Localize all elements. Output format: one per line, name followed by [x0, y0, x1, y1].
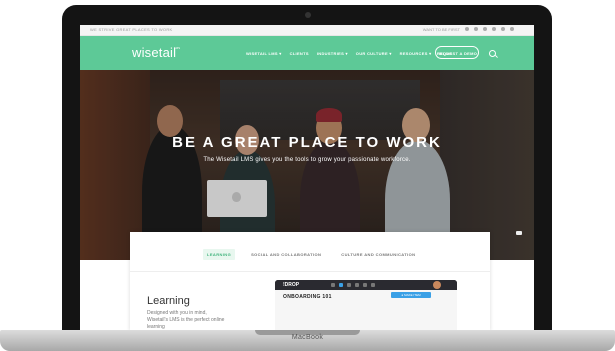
mockup-toolbar: !DROP [275, 280, 457, 290]
nav-item-industries[interactable]: INDUSTRIES ▾ [317, 51, 348, 56]
nav-item-clients[interactable]: CLIENTS [290, 51, 309, 56]
mockup-tab-icon [347, 283, 351, 287]
mockup-toolbar-icons [331, 283, 375, 287]
mockup-tab-icon [363, 283, 367, 287]
feature-card: LEARNING SOCIAL AND COLLABORATION CULTUR… [130, 232, 490, 331]
nav-item-our-culture[interactable]: OUR CULTURE ▾ [356, 51, 392, 56]
mockup-logo: !DROP [283, 282, 300, 288]
instagram-icon[interactable] [483, 27, 487, 31]
utility-right: WANT TO BE FIRST [423, 27, 514, 32]
wisetail-logo[interactable]: wisetail [132, 45, 176, 60]
mockup-tab-icon-active [339, 283, 343, 287]
section-title: Learning [147, 295, 190, 307]
device-label: MacBook [291, 334, 324, 341]
utility-bar: WE STRIVE GREAT PLACES TO WORK WANT TO B… [80, 25, 534, 36]
logo-superscript: LMS [174, 46, 181, 50]
mockup-heading: ONBOARDING 101 [283, 294, 332, 300]
nav-item-resources[interactable]: RESOURCES ▾ [400, 51, 432, 56]
mockup-tab-icon [355, 283, 359, 287]
apple-logo-icon [232, 192, 241, 202]
mockup-tab-icon [371, 283, 375, 287]
laptop-frame: WE STRIVE GREAT PLACES TO WORK WANT TO B… [62, 5, 552, 331]
linkedin-icon[interactable] [501, 27, 505, 31]
camera-credit-icon[interactable] [516, 231, 522, 235]
nav-items: WISETAIL LMS ▾ CLIENTS INDUSTRIES ▾ OUR … [246, 51, 452, 56]
hero-subtitle: The Wisetail LMS gives you the tools to … [203, 157, 411, 163]
feature-tabs: LEARNING SOCIAL AND COLLABORATION CULTUR… [203, 249, 419, 260]
section-text: Designed with you in mind, Wisetail's LM… [147, 310, 225, 330]
utility-right-label[interactable]: WANT TO BE FIRST [423, 27, 460, 32]
tab-culture-communication[interactable]: CULTURE AND COMMUNICATION [337, 249, 419, 260]
nav-item-wisetail-lms[interactable]: WISETAIL LMS ▾ [246, 51, 282, 56]
mockup-tab-icon [331, 283, 335, 287]
mockup-avatar [433, 281, 441, 289]
email-icon[interactable] [510, 27, 514, 31]
facebook-icon[interactable] [465, 27, 469, 31]
tabs-divider [130, 271, 490, 272]
website-screen: WE STRIVE GREAT PLACES TO WORK WANT TO B… [80, 25, 534, 331]
twitter-icon[interactable] [474, 27, 478, 31]
mockup-button: ● MAKE ITEM [391, 292, 431, 298]
camera-icon [305, 12, 311, 18]
tab-social-collaboration[interactable]: SOCIAL AND COLLABORATION [247, 249, 325, 260]
request-demo-button[interactable]: REQUEST A DEMO [435, 46, 479, 59]
youtube-icon[interactable] [492, 27, 496, 31]
tab-learning[interactable]: LEARNING [203, 249, 236, 260]
app-mockup: !DROP ONBOARDING 101 ● MAKE ITEM [275, 280, 457, 331]
search-icon[interactable] [489, 50, 496, 57]
utility-tagline: WE STRIVE GREAT PLACES TO WORK [90, 27, 173, 32]
hero-title: BE A GREAT PLACE TO WORK [172, 134, 442, 151]
main-nav: wisetail LMS WISETAIL LMS ▾ CLIENTS INDU… [80, 36, 534, 70]
